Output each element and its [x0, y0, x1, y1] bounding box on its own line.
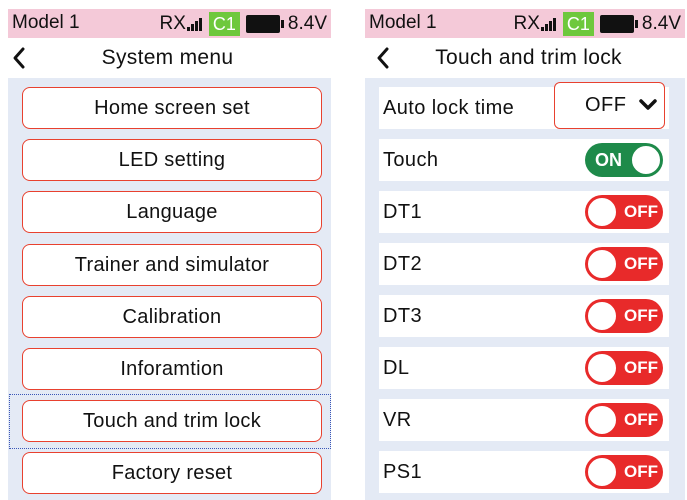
- ps1-toggle[interactable]: OFF: [585, 455, 663, 489]
- title-bar: Touch and trim lock: [362, 38, 687, 78]
- settings-list: Auto lock time OFF Touch ON DT1 OFF DT2 …: [365, 78, 685, 500]
- dt2-toggle[interactable]: OFF: [585, 247, 663, 281]
- signal-bars-icon: [186, 17, 203, 31]
- system-menu-screen: Model 1 RX C1 8.4V System menu Home scre…: [0, 0, 335, 500]
- trainer-and-simulator-button[interactable]: Trainer and simulator: [22, 244, 322, 286]
- rx-label: RX: [159, 12, 186, 34]
- toggle-state-text: OFF: [624, 462, 658, 481]
- toggle-state-text: OFF: [624, 410, 658, 429]
- dt3-row: DT3 OFF: [379, 295, 669, 337]
- auto-lock-time-row: Auto lock time OFF: [379, 82, 669, 129]
- title-bar: System menu: [0, 38, 335, 78]
- dt2-row: DT2 OFF: [379, 243, 669, 285]
- dt3-toggle[interactable]: OFF: [585, 299, 663, 333]
- page-title: System menu: [101, 46, 234, 69]
- vr-label: VR: [383, 408, 412, 431]
- status-bar: Model 1 RX C1 8.4V: [365, 9, 685, 38]
- vr-row: VR OFF: [379, 399, 669, 441]
- dl-row: DL OFF: [379, 347, 669, 389]
- channel-badge: C1: [208, 11, 240, 36]
- dt2-label: DT2: [383, 252, 422, 275]
- toggle-knob: [586, 196, 618, 228]
- calibration-button[interactable]: Calibration: [22, 296, 322, 338]
- focus-highlight: [9, 394, 331, 449]
- information-button[interactable]: Inforamtion: [22, 348, 322, 390]
- dt1-row: DT1 OFF: [379, 191, 669, 233]
- touch-toggle[interactable]: ON: [585, 143, 663, 177]
- toggle-state-text: OFF: [624, 254, 658, 273]
- toggle-state-text: ON: [595, 150, 622, 170]
- toggle-knob: [586, 248, 618, 280]
- toggle-knob: [586, 352, 618, 384]
- dl-label: DL: [383, 356, 410, 379]
- toggle-knob: [586, 456, 618, 488]
- ps1-row: PS1 OFF: [379, 451, 669, 493]
- voltage-readout: 8.4V: [287, 12, 327, 34]
- toggle-state-text: OFF: [624, 202, 658, 221]
- toggle-state-text: OFF: [624, 358, 658, 377]
- auto-lock-time-value: OFF: [585, 94, 627, 116]
- toggle-knob: [586, 300, 618, 332]
- chevron-left-icon[interactable]: [12, 46, 34, 72]
- battery-icon: [245, 14, 284, 33]
- dt1-toggle[interactable]: OFF: [585, 195, 663, 229]
- factory-reset-button[interactable]: Factory reset: [22, 452, 322, 494]
- touch-label: Touch: [383, 148, 439, 171]
- dt3-label: DT3: [383, 304, 422, 327]
- model-name: Model 1: [12, 12, 80, 33]
- rx-label: RX: [513, 12, 540, 34]
- status-indicators: RX C1 8.4V: [513, 11, 681, 36]
- led-setting-button[interactable]: LED setting: [22, 139, 322, 181]
- chevron-left-icon[interactable]: [376, 46, 398, 72]
- toggle-state-text: OFF: [624, 306, 658, 325]
- language-button[interactable]: Language: [22, 191, 322, 233]
- chevron-down-icon: [639, 98, 657, 117]
- signal-bars-icon: [540, 17, 557, 31]
- vr-toggle[interactable]: OFF: [585, 403, 663, 437]
- model-name: Model 1: [369, 12, 437, 33]
- voltage-readout: 8.4V: [641, 12, 681, 34]
- touch-and-trim-lock-screen: Model 1 RX C1 8.4V Touch and trim lock A…: [362, 0, 687, 500]
- auto-lock-time-label: Auto lock time: [383, 96, 515, 119]
- touch-row: Touch ON: [379, 139, 669, 181]
- page-title: Touch and trim lock: [435, 46, 622, 69]
- dl-toggle[interactable]: OFF: [585, 351, 663, 385]
- status-indicators: RX C1 8.4V: [159, 11, 327, 36]
- toggle-knob: [630, 144, 662, 176]
- dt1-label: DT1: [383, 200, 422, 223]
- channel-badge: C1: [562, 11, 594, 36]
- battery-icon: [599, 14, 638, 33]
- toggle-knob: [586, 404, 618, 436]
- ps1-label: PS1: [383, 460, 423, 483]
- home-screen-set-button[interactable]: Home screen set: [22, 87, 322, 129]
- auto-lock-time-dropdown[interactable]: OFF: [554, 82, 665, 129]
- status-bar: Model 1 RX C1 8.4V: [8, 9, 331, 38]
